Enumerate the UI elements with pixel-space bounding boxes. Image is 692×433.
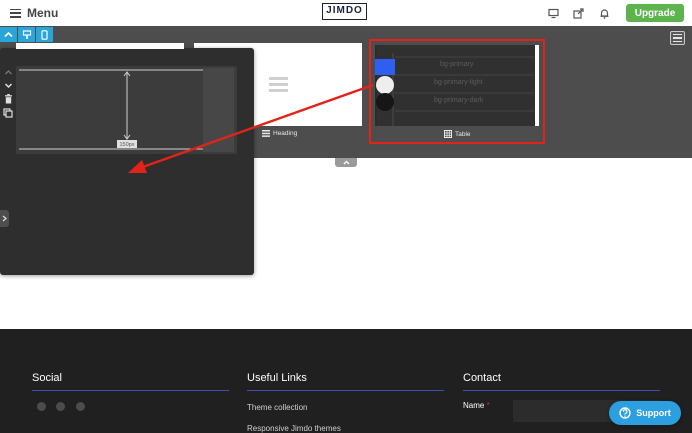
instagram-icon[interactable]: [76, 402, 85, 411]
card-strip: [16, 43, 184, 49]
navigation-menu-icon[interactable]: [670, 31, 685, 45]
move-down-icon[interactable]: [4, 81, 13, 90]
upgrade-button[interactable]: Upgrade: [626, 4, 684, 22]
notification-bell-icon[interactable]: [597, 6, 611, 20]
hamburger-icon: [10, 8, 21, 18]
collapse-up-button[interactable]: [0, 27, 17, 42]
name-field-label: Name *: [463, 401, 490, 410]
support-button[interactable]: Support: [609, 401, 681, 425]
link-responsive-themes[interactable]: Responsive Jimdo themes: [247, 424, 341, 433]
support-label: Support: [636, 408, 671, 418]
help-icon: [619, 407, 631, 419]
contact-title: Contact: [463, 372, 501, 384]
links-divider: [247, 390, 444, 391]
useful-links-title: Useful Links: [247, 372, 307, 384]
element-toolbar: [0, 66, 16, 158]
trash-icon[interactable]: [4, 94, 13, 104]
social-title: Social: [32, 372, 62, 384]
table-highlight-box: [369, 39, 545, 144]
name-label: Name: [463, 401, 485, 410]
twitter-icon[interactable]: [56, 402, 65, 411]
copy-icon[interactable]: [3, 108, 13, 118]
drag-arrow-annotation: [120, 80, 380, 180]
required-mark: *: [486, 401, 490, 410]
chevron-right-icon: [2, 215, 7, 222]
menu-button[interactable]: Menu: [10, 5, 58, 21]
design-brush-icon[interactable]: [18, 27, 35, 42]
facebook-icon[interactable]: [37, 402, 46, 411]
mobile-view-icon[interactable]: [36, 27, 53, 42]
link-theme-collection[interactable]: Theme collection: [247, 403, 307, 412]
desktop-preview-icon[interactable]: [546, 6, 560, 20]
expand-side-handle[interactable]: [0, 210, 9, 227]
move-up-icon[interactable]: [4, 68, 13, 77]
share-icon[interactable]: [571, 6, 585, 20]
contact-divider: [463, 390, 660, 391]
jimdo-logo[interactable]: JIMDO: [322, 3, 367, 20]
social-divider: [32, 390, 229, 391]
menu-label: Menu: [27, 6, 59, 20]
